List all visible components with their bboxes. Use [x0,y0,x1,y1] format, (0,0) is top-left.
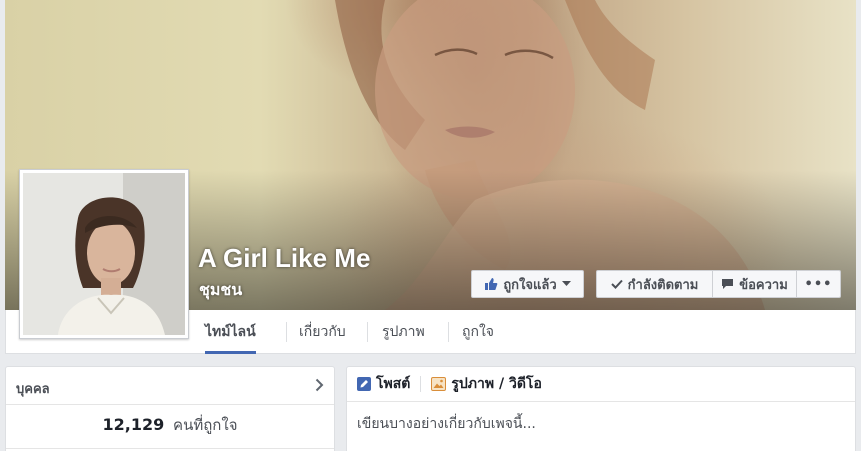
page-action-buttons: กำลังติดตาม ข้อความ ••• [596,270,841,298]
composer-tab-photo-video-label: รูปภาพ / วิดีโอ [451,376,542,392]
following-button[interactable]: กำลังติดตาม [596,270,713,298]
tab-about[interactable]: เกี่ยวกับ [299,310,346,354]
composer-tab-post-label: โพสต์ [376,376,411,392]
facebook-page: ไทม์ไลน์ เกี่ยวกับ รูปภาพ ถูกใจ A Girl L… [0,0,861,451]
liked-button[interactable]: ถูกใจแล้ว [471,270,584,298]
more-icon: ••• [804,276,833,292]
profile-photo [23,173,185,335]
composer-input[interactable]: เขียนบางอย่างเกี่ยวกับเพจนี้... [357,413,536,435]
composer-tabs: โพสต์ รูปภาพ / วิดีโอ [347,367,855,402]
post-composer: โพสต์ รูปภาพ / วิดีโอ เขียนบางอย่างเกี่ย… [346,366,856,451]
likes-count: 12,129 [102,415,165,434]
likes-count-label: คนที่ถูกใจ [173,416,238,434]
page-title: A Girl Like Me [198,243,371,273]
message-button-label: ข้อความ [739,277,788,293]
composer-tab-post[interactable]: โพสต์ [357,373,410,395]
profile-picture[interactable] [19,169,189,339]
people-card-header[interactable]: บุคคล [6,367,334,405]
liked-button-label: ถูกใจแล้ว [503,277,557,293]
divider [6,448,334,449]
nav-divider [286,322,287,342]
tab-photos[interactable]: รูปภาพ [382,310,425,354]
photo-icon [431,377,447,391]
pencil-icon [357,377,371,391]
more-options-button[interactable]: ••• [796,270,841,298]
composer-tab-photo-video[interactable]: รูปภาพ / วิดีโอ [431,373,542,395]
page-category: ชุมชน [199,280,243,299]
thumbs-up-icon [485,278,498,290]
following-button-label: กำลังติดตาม [627,277,699,293]
message-button[interactable]: ข้อความ [712,270,797,298]
people-card: บุคคล 12,129 คนที่ถูกใจ [5,366,335,451]
profile-person-illustration [23,173,185,335]
message-icon [722,279,734,289]
nav-divider [367,322,368,342]
tab-timeline[interactable]: ไทม์ไลน์ [205,310,256,354]
tab-likes[interactable]: ถูกใจ [462,310,494,354]
nav-divider [448,322,449,342]
likes-count-row[interactable]: 12,129 คนที่ถูกใจ [6,413,334,437]
chevron-right-icon [315,378,324,392]
caret-down-icon [561,281,571,286]
people-card-title: บุคคล [16,382,50,397]
check-icon [610,279,623,289]
composer-divider [420,376,422,392]
